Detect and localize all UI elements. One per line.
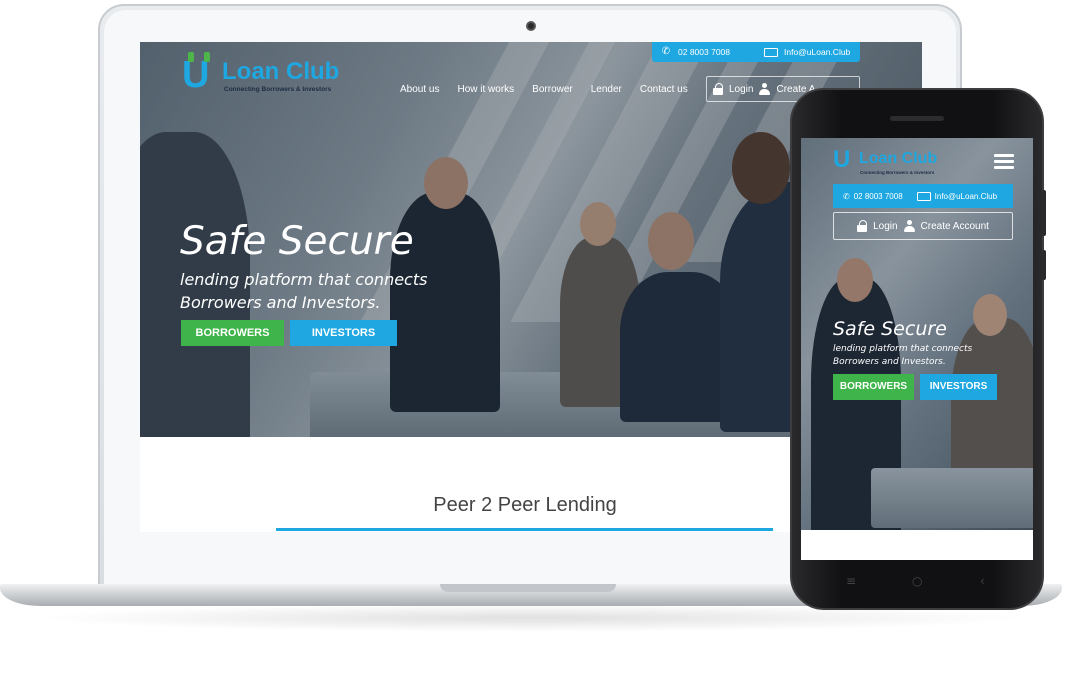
phone-account-box: Login Create Account [833,212,1013,240]
envelope-icon [764,47,778,57]
laptop-camera [526,21,536,31]
phone-borrowers-button[interactable]: BORROWERS [833,374,914,400]
phone-logo[interactable]: U Loan Club Connecting Borrowers & Inves… [833,146,953,176]
logo[interactable]: U Loan Club Connecting Borrowers & Inves… [182,52,342,98]
contact-phone[interactable]: 02 8003 7008 [678,47,730,57]
device-mockup: U Loan Club Connecting Borrowers & Inves… [0,0,1085,676]
contact-bar: ✆ 02 8003 7008 Info@uLoan.Club [652,42,860,62]
laptop-notch [440,584,616,592]
hero-subline: lending platform that connects Borrowers… [180,270,428,312]
phone-contact-bar: ✆ 02 8003 7008 Info@uLoan.Club [833,184,1013,208]
logo-mark: U [182,52,210,96]
phone-logo-mark: U [833,146,851,173]
nav-item-borrower[interactable]: Borrower [532,84,573,95]
phone-icon: ✆ [661,46,671,57]
phone-hero-subline: lending platform that connects Borrowers… [833,344,973,367]
phone-hero-headline: Safe Secure [833,318,947,340]
envelope-icon [916,191,931,201]
investors-button[interactable]: INVESTORS [290,320,397,346]
hamburger-menu-icon[interactable] [994,154,1014,170]
phone-home-key-icon[interactable]: ○ [912,574,922,588]
nav-item-lender[interactable]: Lender [591,84,622,95]
phone-volume-button [1042,190,1046,236]
phone-back-key-icon[interactable]: ‹ [980,574,985,588]
borrowers-button[interactable]: BORROWERS [181,320,284,346]
phone-menu-key-icon[interactable]: ≡ [846,574,856,588]
hero-headline: Safe Secure [180,219,414,264]
logo-tagline: Connecting Borrowers & Investors [224,86,332,93]
person-icon [759,83,771,95]
phone-investors-button[interactable]: INVESTORS [920,374,997,400]
phone-logo-name: Loan Club [859,150,938,167]
section-underline [276,528,773,531]
phone-login-link[interactable]: Login [873,221,897,232]
phone-power-button [1042,250,1046,280]
logo-name: Loan Club [222,58,340,85]
phone-contact-phone[interactable]: 02 8003 7008 [854,192,903,201]
nav-item-about[interactable]: About us [400,84,439,95]
main-nav: About us How it works Borrower Lender Co… [400,84,688,95]
phone-contact-email[interactable]: Info@uLoan.Club [935,192,997,201]
phone-icon: ✆ [843,191,850,201]
phone-create-account-link[interactable]: Create Account [921,221,989,232]
lock-icon [857,220,868,232]
person-icon [903,220,915,232]
phone-screen: U Loan Club Connecting Borrowers & Inves… [801,138,1033,560]
login-link[interactable]: Login [729,84,753,95]
lock-icon [713,83,723,95]
phone-logo-tagline: Connecting Borrowers & Investors [860,170,935,175]
phone-speaker [890,116,944,121]
contact-email[interactable]: Info@uLoan.Club [784,47,850,57]
nav-item-how-it-works[interactable]: How it works [457,84,514,95]
nav-item-contact[interactable]: Contact us [640,84,688,95]
